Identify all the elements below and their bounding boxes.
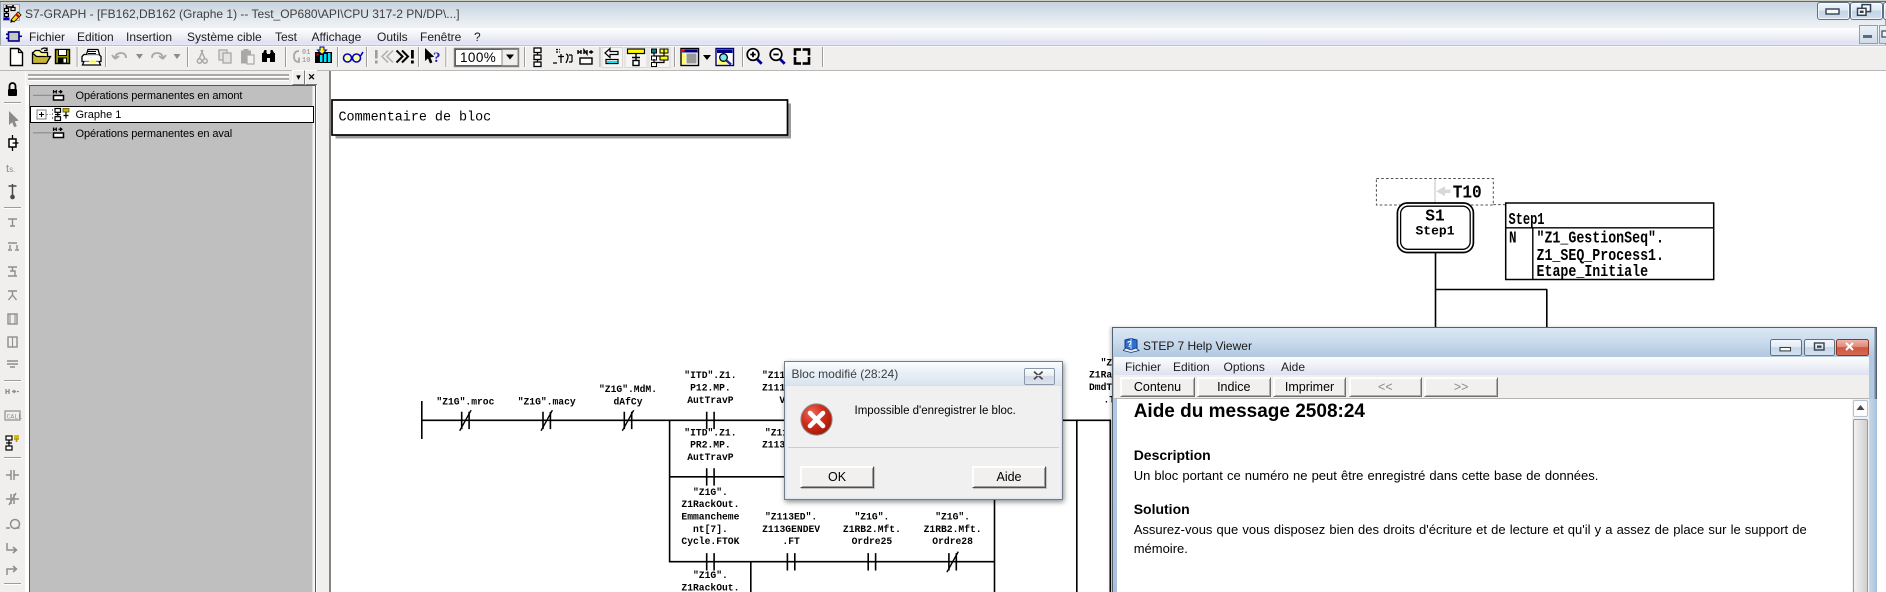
svg-text:.FT: .FT xyxy=(782,537,799,548)
svg-text:"Z1G".mroc: "Z1G".mroc xyxy=(436,397,494,409)
svg-text:"ITD".Z1.: "ITD".Z1. xyxy=(684,427,736,439)
svg-text:dAfCy: dAfCy xyxy=(614,396,643,408)
svg-text:10: 10 xyxy=(302,57,310,65)
svg-text:Z1RackOut.: Z1RackOut. xyxy=(681,499,739,511)
svg-text:T10: T10 xyxy=(1453,184,1482,204)
svg-text:Ordre25: Ordre25 xyxy=(852,536,893,548)
svg-text:nt[7].: nt[7]. xyxy=(693,524,728,536)
svg-text:"Z1G".: "Z1G". xyxy=(693,570,728,582)
svg-text:"ITD".Z1.: "ITD".Z1. xyxy=(684,370,736,382)
svg-text:ts.: ts. xyxy=(6,163,15,175)
svg-text:CALL: CALL xyxy=(7,414,23,421)
svg-text:100%: 100% xyxy=(460,50,496,65)
svg-text:"Z1_GestionSeq".: "Z1_GestionSeq". xyxy=(1537,230,1665,249)
svg-text:Etape_Initiale: Etape_Initiale xyxy=(1537,263,1649,282)
svg-text:?: ? xyxy=(433,50,441,66)
svg-text:Ordre28: Ordre28 xyxy=(932,536,973,548)
svg-text:AutTravP: AutTravP xyxy=(687,453,733,464)
svg-text:Commentaire de bloc: Commentaire de bloc xyxy=(339,111,492,126)
svg-text:Z113GENDEV: Z113GENDEV xyxy=(762,525,821,536)
svg-text:P12.MP.: P12.MP. xyxy=(690,384,731,395)
svg-text:Step1: Step1 xyxy=(1416,224,1455,239)
svg-text:"Z1G".macy: "Z1G".macy xyxy=(518,397,576,409)
svg-text:"Z1G".MdM.: "Z1G".MdM. xyxy=(599,384,657,396)
svg-text:N: N xyxy=(1509,230,1517,249)
svg-text:"Z1G".: "Z1G". xyxy=(855,512,890,524)
svg-text:"Z1G".: "Z1G". xyxy=(693,487,728,499)
svg-text:01: 01 xyxy=(302,49,310,57)
svg-text:Cycle.FTOK: Cycle.FTOK xyxy=(681,536,740,548)
svg-text:Z1RB2.Mft.: Z1RB2.Mft. xyxy=(843,524,901,536)
svg-text:"Z113ED".: "Z113ED". xyxy=(765,512,817,524)
svg-text:"Z1G".: "Z1G". xyxy=(935,512,970,524)
svg-text:PR2.MP.: PR2.MP. xyxy=(690,441,731,452)
svg-text:Z1RB2.Mft.: Z1RB2.Mft. xyxy=(924,524,982,536)
svg-text:AutTravP: AutTravP xyxy=(687,396,733,407)
svg-text:Z1RackOut.: Z1RackOut. xyxy=(681,582,739,592)
svg-text:?: ? xyxy=(1127,340,1132,349)
svg-text:Emmancheme: Emmancheme xyxy=(681,512,739,524)
svg-text:Step1: Step1 xyxy=(1509,211,1545,230)
